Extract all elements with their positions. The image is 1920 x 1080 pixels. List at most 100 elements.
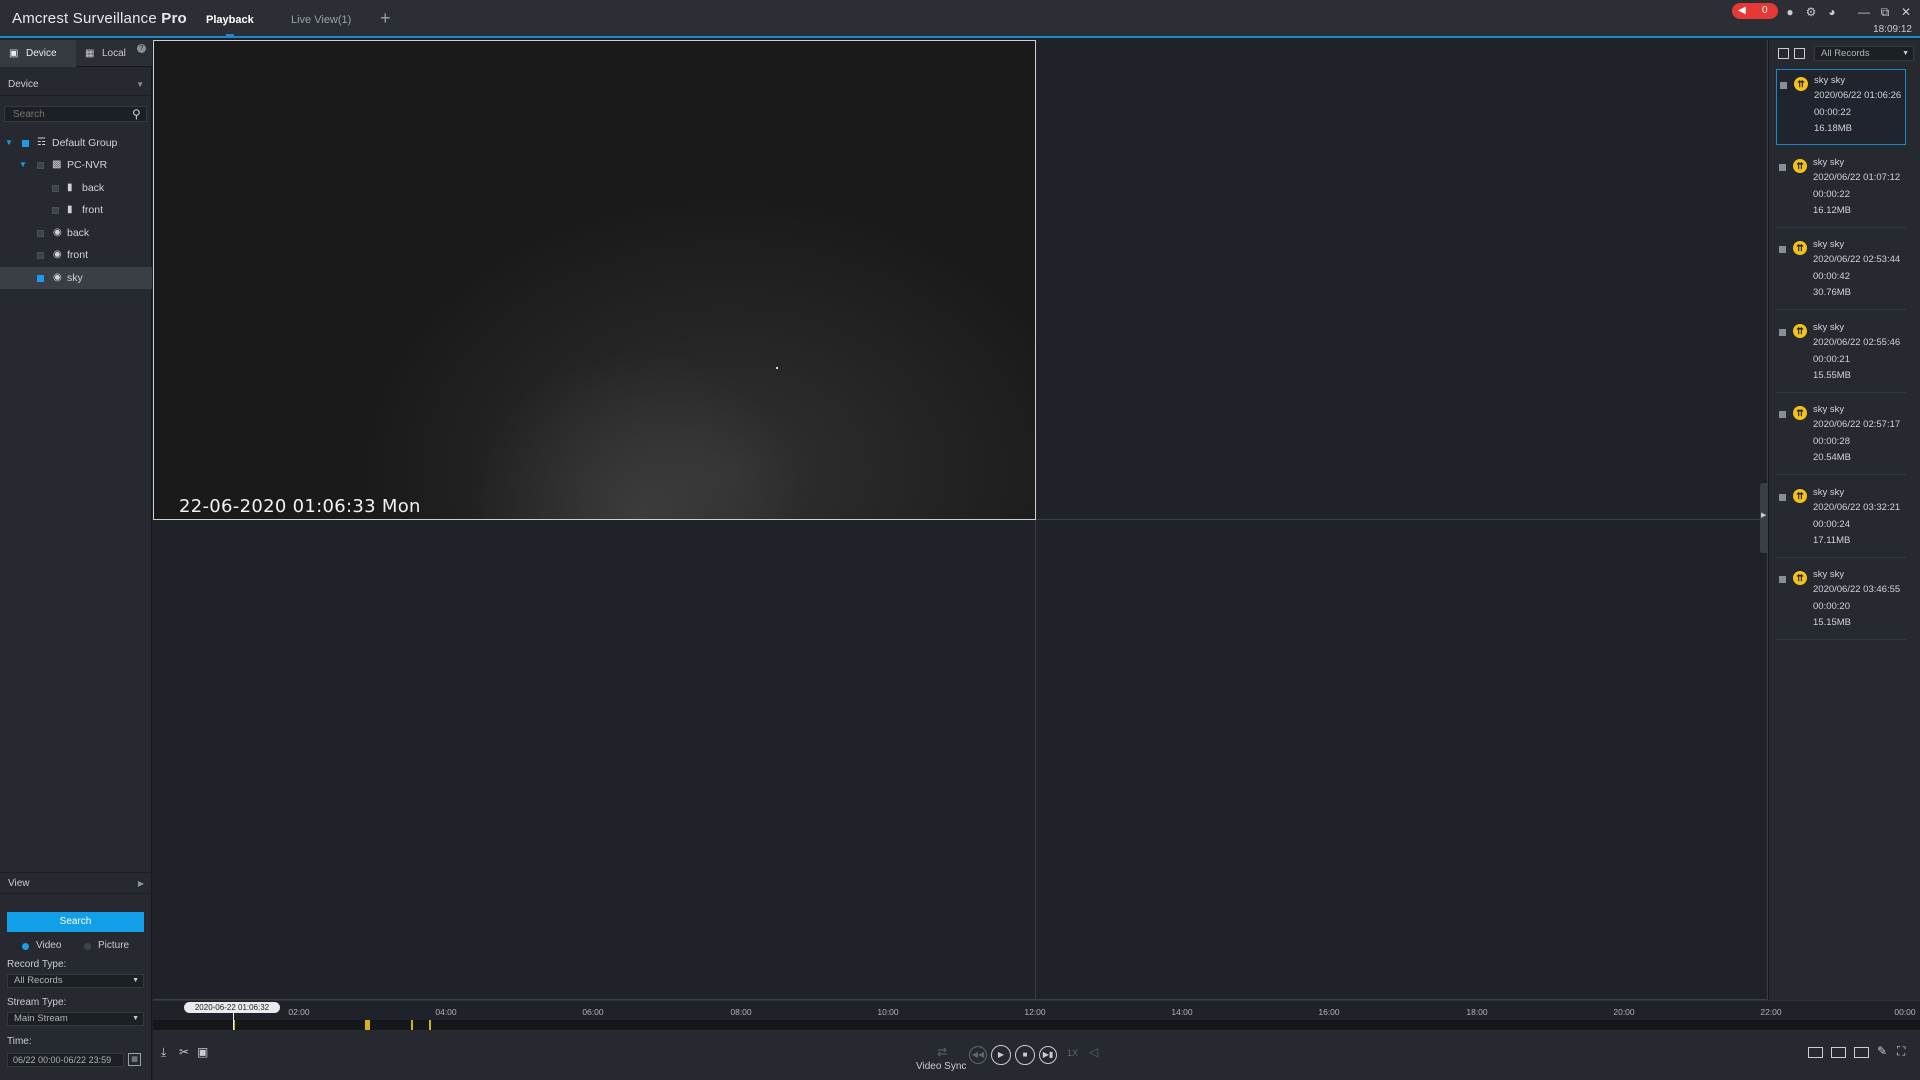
tree-item-default-group[interactable]: ▼ ☶ Default Group xyxy=(0,132,152,154)
record-start: 2020/06/22 02:57:17 xyxy=(1813,419,1901,430)
checkbox[interactable] xyxy=(37,162,44,169)
minimize-icon[interactable]: — xyxy=(1856,4,1872,20)
layout-9-icon[interactable] xyxy=(1854,1047,1869,1058)
records-filter-select[interactable]: All Records ▼ xyxy=(1814,46,1914,61)
record-item[interactable]: ⇈ sky sky 2020/06/22 02:57:17 00:00:28 2… xyxy=(1776,399,1906,475)
checkbox[interactable] xyxy=(22,140,29,147)
rewind-icon[interactable]: ◀◀ xyxy=(969,1046,987,1064)
fullscreen-icon[interactable]: ⛶ xyxy=(1897,1044,1905,1059)
record-item[interactable]: ⇈ sky sky 2020/06/22 01:06:26 00:00:22 1… xyxy=(1776,69,1906,145)
checkbox[interactable] xyxy=(1780,82,1787,89)
record-item[interactable]: ⇈ sky sky 2020/06/22 03:32:21 00:00:24 1… xyxy=(1776,482,1906,558)
stream-type-select[interactable]: Main Stream ▼ xyxy=(7,1012,144,1026)
help-icon[interactable]: ? xyxy=(137,44,146,53)
snapshot-icon[interactable]: ▣ xyxy=(197,1045,208,1059)
record-panel-collapse-handle[interactable]: ▶ xyxy=(1760,483,1768,553)
user-icon[interactable]: ● xyxy=(1782,4,1798,20)
tick-label: 02:00 xyxy=(288,1007,310,1017)
calendar-icon[interactable]: ▦ xyxy=(128,1053,141,1066)
tree-item-sky[interactable]: ◉ sky xyxy=(0,267,152,289)
layout-4-icon[interactable] xyxy=(1831,1047,1846,1058)
tree-item-nvr-back[interactable]: ▮ back xyxy=(0,177,152,199)
clip-icon[interactable]: ✂ xyxy=(179,1045,189,1059)
tree-item-back[interactable]: ◉ back xyxy=(0,222,152,244)
timeline-cursor[interactable] xyxy=(233,1013,234,1030)
stop-button[interactable]: ■ xyxy=(1015,1045,1035,1065)
record-item[interactable]: ⇈ sky sky 2020/06/22 03:46:55 00:00:20 1… xyxy=(1776,564,1906,640)
video-pane-4[interactable] xyxy=(1036,520,1768,1000)
checkbox[interactable] xyxy=(52,185,59,192)
left-panel: ▣ Device ▦ Local ? Device ▼ ⚲ ▼ ☶ Defaul… xyxy=(0,40,152,1080)
tab-playback[interactable]: Playback xyxy=(206,14,254,26)
record-name: sky sky xyxy=(1813,487,1845,498)
running-person-icon: ⇈ xyxy=(1793,571,1807,585)
checkbox-checked[interactable] xyxy=(37,275,44,282)
speed-indicator[interactable]: 1X xyxy=(1067,1048,1078,1058)
running-person-icon: ⇈ xyxy=(1793,489,1807,503)
restore-icon[interactable]: ⧉ xyxy=(1877,4,1893,20)
custom-layout-icon[interactable]: ✎ xyxy=(1877,1044,1887,1058)
device-search-input[interactable] xyxy=(4,106,147,122)
checkbox[interactable] xyxy=(1779,246,1786,253)
play-button[interactable]: ▶ xyxy=(991,1045,1011,1065)
close-icon[interactable]: ✕ xyxy=(1898,4,1914,20)
view-section-header[interactable]: View ▶ xyxy=(0,872,152,894)
layout-1-icon[interactable] xyxy=(1808,1047,1823,1058)
record-item[interactable]: ⇈ sky sky 2020/06/22 01:07:12 00:00:22 1… xyxy=(1776,152,1906,228)
next-frame-icon[interactable]: ▶▮ xyxy=(1039,1046,1057,1064)
expand-arrow-icon[interactable]: ▼ xyxy=(5,132,13,154)
sync-icon[interactable]: ⇄ xyxy=(937,1045,947,1059)
record-size: 30.76MB xyxy=(1813,287,1852,298)
video-pane-1[interactable]: 22-06-2020 01:06:33 Mon xyxy=(153,40,1036,520)
time-range-input[interactable]: 06/22 00:00-06/22 23:59 xyxy=(7,1053,124,1067)
tab-local-label: Local xyxy=(102,48,126,59)
gauge-icon[interactable]: ◕ xyxy=(1824,4,1840,20)
record-item[interactable]: ⇈ sky sky 2020/06/22 02:55:46 00:00:21 1… xyxy=(1776,317,1906,393)
osd-timestamp: 22-06-2020 01:06:33 Mon xyxy=(179,496,421,517)
checkbox[interactable] xyxy=(52,207,59,214)
ip-camera-icon: ◉ xyxy=(53,227,62,238)
device-section-header[interactable]: Device ▼ xyxy=(0,74,152,96)
timeline-current-time[interactable]: 2020-06-22 01:06:32 xyxy=(184,1002,280,1013)
record-start: 2020/06/22 01:06:26 xyxy=(1814,90,1902,101)
download-icon[interactable]: ⤓ xyxy=(161,1045,166,1060)
record-type-select[interactable]: All Records ▼ xyxy=(7,974,144,988)
radio-dot xyxy=(84,943,91,950)
record-start: 2020/06/22 02:53:44 xyxy=(1813,254,1901,265)
checkbox[interactable] xyxy=(1779,411,1786,418)
video-pane-3[interactable] xyxy=(153,520,1036,1000)
playback-timeline[interactable]: 02:00 04:00 06:00 08:00 10:00 12:00 14:0… xyxy=(153,1000,1920,1030)
video-pane-2[interactable] xyxy=(1036,40,1768,520)
alarm-badge[interactable]: ◀ 0 xyxy=(1732,3,1778,19)
gear-icon[interactable]: ⚙ xyxy=(1803,4,1819,20)
checkbox[interactable] xyxy=(37,252,44,259)
record-item[interactable]: ⇈ sky sky 2020/06/22 02:53:44 00:00:42 3… xyxy=(1776,234,1906,310)
checkbox[interactable] xyxy=(37,230,44,237)
search-icon[interactable]: ⚲ xyxy=(132,107,141,121)
record-start: 2020/06/22 03:32:21 xyxy=(1813,502,1901,513)
record-segment[interactable] xyxy=(429,1020,431,1030)
record-segment[interactable] xyxy=(365,1020,370,1030)
caret-down-icon: ▼ xyxy=(132,1015,139,1022)
tree-item-pc-nvr[interactable]: ▼ ▩ PC-NVR xyxy=(0,154,152,176)
tab-device[interactable]: ▣ Device xyxy=(0,40,76,67)
checkbox[interactable] xyxy=(1779,494,1786,501)
export-icon[interactable] xyxy=(1794,48,1805,59)
checkbox[interactable] xyxy=(1779,576,1786,583)
timeline-track[interactable] xyxy=(153,1020,1920,1030)
select-all-icon[interactable] xyxy=(1778,48,1789,59)
expand-arrow-icon[interactable]: ▼ xyxy=(19,154,27,176)
tick-label: 20:00 xyxy=(1613,1007,1635,1017)
checkbox[interactable] xyxy=(1779,329,1786,336)
record-segment[interactable] xyxy=(411,1020,413,1030)
tab-live-view[interactable]: Live View(1) xyxy=(291,14,351,26)
checkbox[interactable] xyxy=(1779,164,1786,171)
search-button[interactable]: Search xyxy=(7,912,144,932)
add-tab-button[interactable]: + xyxy=(380,8,391,29)
volume-icon[interactable]: ◁ xyxy=(1089,1045,1098,1059)
radio-dot xyxy=(22,943,29,950)
tree-item-nvr-front[interactable]: ▮ front xyxy=(0,199,152,221)
camera-icon: ▮ xyxy=(67,204,73,215)
tick-label: 10:00 xyxy=(877,1007,899,1017)
tree-item-front[interactable]: ◉ front xyxy=(0,244,152,266)
